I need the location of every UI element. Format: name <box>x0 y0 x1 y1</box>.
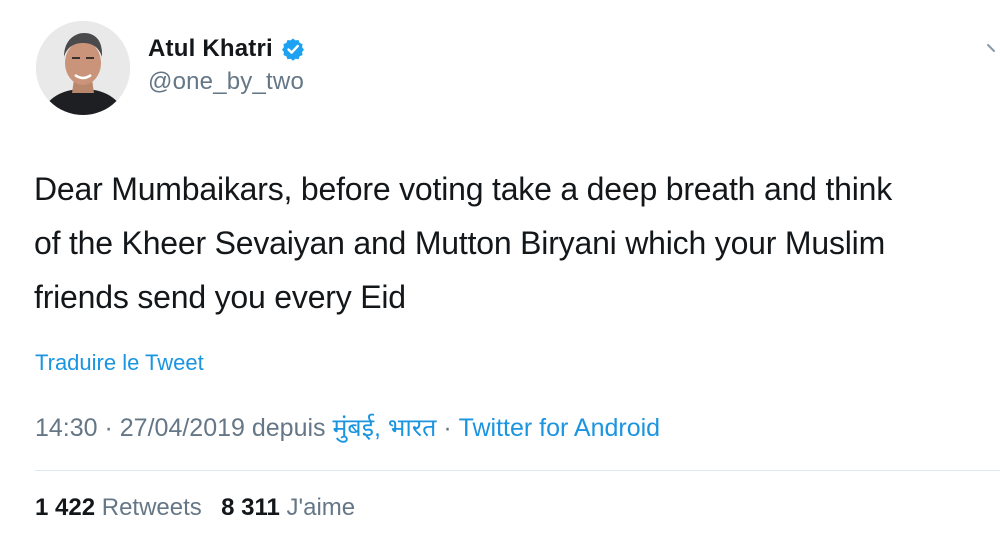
tweet-source-link[interactable]: Twitter for Android <box>459 414 660 442</box>
avatar[interactable] <box>36 21 130 115</box>
author-handle[interactable]: @one_by_two <box>148 68 304 96</box>
retweets-label: Retweets <box>101 494 202 521</box>
likes-stat[interactable]: 8 311 J'aime <box>221 494 355 521</box>
tweet-text-line: friends send you every Eid <box>34 279 406 315</box>
verified-badge-icon <box>281 37 305 61</box>
tweet-stats: 1 422 Retweets 8 311 J'aime <box>35 494 355 522</box>
translate-tweet-link[interactable]: Traduire le Tweet <box>35 350 204 376</box>
tweet-text-line: of the Kheer Sevaiyan and Mutton Biryani… <box>34 225 886 261</box>
author-name-row[interactable]: Atul Khatri <box>148 32 305 66</box>
meta-separator: · <box>436 414 459 442</box>
likes-count: 8 311 <box>221 494 280 521</box>
divider <box>35 470 1000 471</box>
tweet-time[interactable]: 14:30 <box>35 414 98 442</box>
from-label: depuis <box>244 414 333 442</box>
tweet-text: Dear Mumbaikars, before voting take a de… <box>34 162 984 324</box>
retweets-count: 1 422 <box>35 494 96 521</box>
retweets-stat[interactable]: 1 422 Retweets <box>35 494 202 521</box>
author-display-name[interactable]: Atul Khatri <box>148 35 273 63</box>
chevron-down-icon[interactable] <box>986 40 1000 58</box>
avatar-photo <box>36 21 130 115</box>
meta-separator: · <box>97 414 120 442</box>
likes-label: J'aime <box>286 494 356 521</box>
tweet-card: Atul Khatri @one_by_two Dear Mumbaikars,… <box>0 0 1000 540</box>
tweet-meta: 14:30 · 27/04/2019 depuis मुंबई, भारत · … <box>35 410 660 444</box>
tweet-date[interactable]: 27/04/2019 <box>120 414 245 442</box>
tweet-text-line: Dear Mumbaikars, before voting take a de… <box>34 171 893 207</box>
tweet-location-link[interactable]: मुंबई, भारत <box>332 414 436 442</box>
